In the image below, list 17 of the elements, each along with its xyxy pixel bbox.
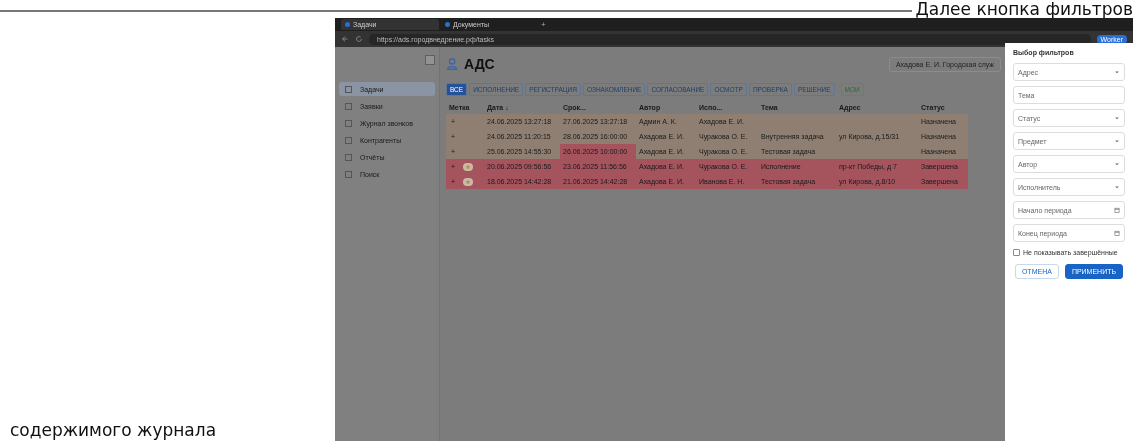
new-tab-button[interactable]: +: [541, 20, 546, 29]
calendar-icon: [1114, 207, 1120, 213]
dropdown-icon: [1114, 161, 1120, 167]
dropdown-icon: [1114, 69, 1120, 75]
favicon-icon: [345, 22, 350, 27]
document-text: содержимого журнала: [10, 421, 217, 439]
people-icon: [446, 57, 460, 71]
back-icon[interactable]: [341, 35, 349, 43]
app-title: АДС: [464, 56, 495, 72]
favicon-icon: [445, 22, 450, 27]
dropdown-icon: [1114, 138, 1120, 144]
checkbox[interactable]: [1013, 249, 1020, 256]
document-text: Далее кнопка фильтров: [915, 0, 1133, 18]
dropdown-icon: [1114, 115, 1120, 121]
reload-icon[interactable]: [355, 35, 363, 43]
dropdown-icon: [1114, 184, 1120, 190]
calendar-icon: [1114, 230, 1120, 236]
